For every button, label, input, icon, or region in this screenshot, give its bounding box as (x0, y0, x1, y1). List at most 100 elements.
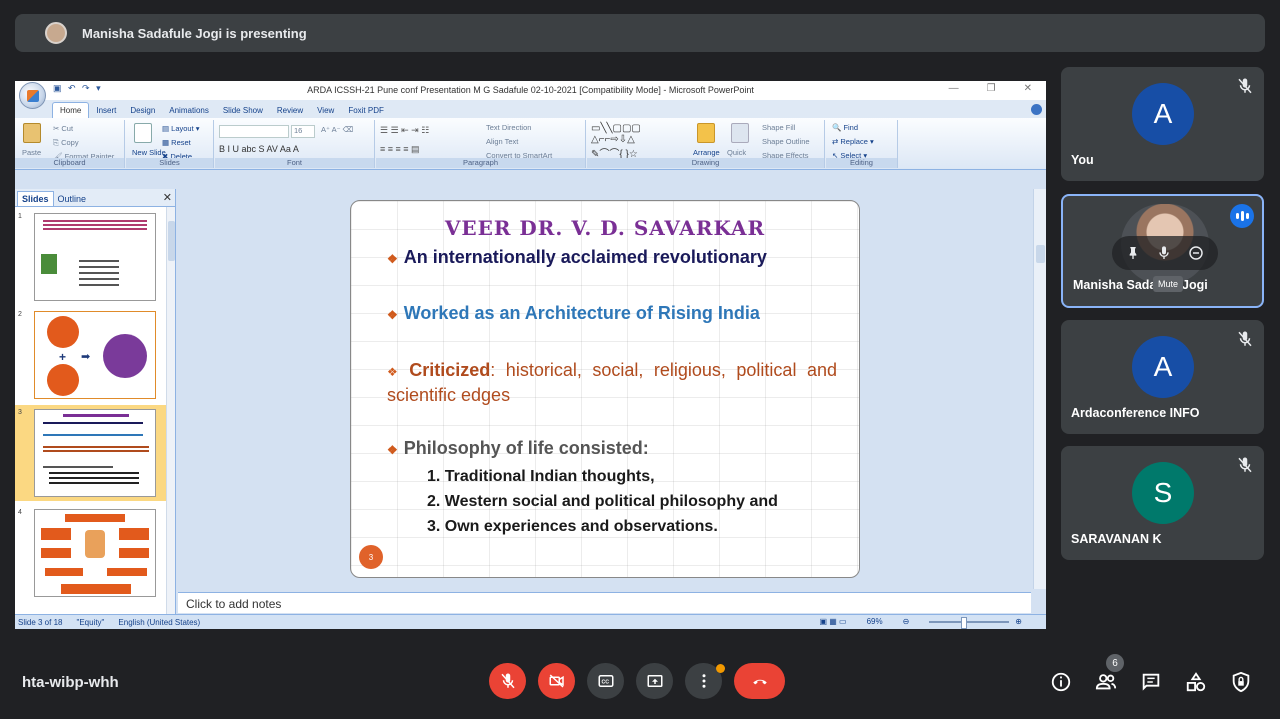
notes-field[interactable]: Click to add notes (178, 592, 1031, 613)
host-controls-button[interactable] (1229, 670, 1253, 694)
current-slide[interactable]: VEER DR. V. D. SAVARKAR ❖ An internationa… (350, 200, 860, 578)
slide-title: VEER DR. V. D. SAVARKAR (444, 216, 766, 240)
thumb-scrollbar-handle[interactable] (168, 221, 175, 261)
cut-button[interactable]: ✂ Cut (53, 124, 73, 133)
paste-button[interactable]: Paste (22, 148, 41, 157)
align-text-button[interactable]: Align Text (486, 137, 518, 146)
layout-button[interactable]: ▤ Layout ▾ (162, 124, 200, 133)
zoom-in-icon[interactable]: ⊕ (1015, 617, 1022, 626)
drawing-group: ▭╲╲▢▢▢△⌐⌐⇨⇩△✎⌒⌒{ }☆ Arrange Quick Styles… (587, 120, 825, 168)
find-button[interactable]: 🔍 Find (832, 123, 858, 132)
new-slide-icon[interactable] (134, 123, 152, 143)
captions-button[interactable]: CC (587, 663, 624, 699)
office-logo-icon (27, 90, 39, 102)
mic-off-icon (1238, 331, 1252, 347)
minimize-icon[interactable]: — (949, 83, 959, 94)
chat-button[interactable] (1139, 670, 1163, 694)
slide-bullet: ❖ Worked as an Architecture of Rising Ind… (387, 303, 760, 324)
zoom-level[interactable]: 69% (867, 617, 883, 626)
tab-animations[interactable]: Animations (162, 103, 216, 118)
camera-toggle-button[interactable] (538, 663, 575, 699)
participant-tile[interactable]: S SARAVANAN K (1061, 446, 1264, 560)
participant-tile-speaking[interactable]: Manisha Sadafule Jogi Mute (1061, 194, 1264, 308)
editor-scrollbar[interactable] (1033, 189, 1046, 589)
font-format-icons[interactable]: B I U abc S AV Aa A (219, 144, 299, 154)
mute-mic-icon[interactable] (1156, 245, 1172, 261)
replace-label: Replace (840, 137, 868, 146)
shield-lock-icon (1232, 671, 1250, 693)
tile-hover-controls (1112, 236, 1218, 270)
camera-off-icon (549, 674, 564, 688)
shape-outline-button[interactable]: Shape Outline (762, 137, 810, 146)
slide-thumb-selected[interactable]: 3 (15, 405, 167, 501)
language[interactable]: English (United States) (118, 618, 200, 627)
cut-label: Cut (61, 124, 74, 133)
zoom-slider[interactable] (929, 616, 1010, 629)
arrange-button[interactable]: Arrange (693, 148, 720, 157)
meeting-details-button[interactable] (1049, 670, 1073, 694)
help-icon[interactable] (1031, 104, 1042, 115)
shapes-gallery[interactable]: ▭╲╲▢▢▢ △⌐⌐⇨⇩△ ✎⌒⌒{ }☆ (591, 123, 641, 160)
present-button[interactable] (636, 663, 673, 699)
tab-design[interactable]: Design (123, 103, 162, 118)
font-name-field[interactable] (219, 125, 289, 138)
people-button[interactable] (1094, 670, 1118, 694)
participant-tile[interactable]: A You (1061, 67, 1264, 181)
list-icons[interactable]: ☰ ☰ ⇤ ⇥ ☷ (380, 125, 429, 136)
slide-count: Slide 3 of 18 (18, 617, 63, 627)
leave-call-button[interactable] (734, 663, 785, 699)
align-icons[interactable]: ≡ ≡ ≡ ≡ ▤ (380, 144, 420, 155)
list-item: 1. Traditional Indian thoughts, (427, 468, 655, 485)
text-direction-button[interactable]: Text Direction (486, 123, 531, 132)
philosophy-list: 1. Traditional Indian thoughts, 2. Weste… (427, 464, 778, 539)
tab-review[interactable]: Review (270, 103, 310, 118)
pin-icon[interactable] (1125, 245, 1141, 261)
reset-button[interactable]: ▦ Reset (162, 138, 191, 147)
close-pane-icon[interactable]: ✕ (163, 191, 172, 206)
ppt-statusbar: Slide 3 of 18 "Equity" English (United S… (15, 614, 1046, 629)
paste-icon[interactable] (23, 123, 41, 143)
tab-insert[interactable]: Insert (89, 103, 123, 118)
layout-label: Layout (171, 124, 194, 133)
participant-tile[interactable]: A Ardaconference INFO (1061, 320, 1264, 434)
slide-thumb-image (34, 409, 156, 497)
thumb-scrollbar[interactable] (166, 207, 175, 614)
slide-number-badge: 3 (359, 545, 383, 569)
slide-thumb[interactable]: 4 (15, 505, 167, 601)
tab-outline[interactable]: Outline (54, 192, 91, 206)
shape-fill-button[interactable]: Shape Fill (762, 123, 795, 132)
grow-font-icon[interactable]: A⁺ A⁻ ⌫ (321, 125, 353, 134)
hang-up-icon (752, 679, 767, 685)
arrange-icon[interactable] (697, 123, 715, 143)
view-buttons-icon[interactable]: ▣ ▦ ▭ (819, 617, 846, 626)
editor-scrollbar-handle[interactable] (1036, 245, 1045, 263)
tab-home[interactable]: Home (52, 102, 90, 118)
remove-icon[interactable] (1187, 244, 1205, 262)
drawing-label: Drawing (587, 158, 824, 168)
activities-icon (1186, 672, 1206, 692)
slide-thumb[interactable]: 1 (15, 209, 167, 305)
mute-tooltip: Mute (1153, 276, 1184, 292)
activities-button[interactable] (1184, 670, 1208, 694)
quick-styles-icon[interactable] (731, 123, 749, 143)
tab-foxit[interactable]: Foxit PDF (341, 103, 391, 118)
close-icon[interactable]: ✕ (1024, 83, 1032, 94)
replace-button[interactable]: ⇄ Replace ▾ (832, 137, 874, 146)
slide-bullet: ❖ Criticized: historical, social, religio… (387, 359, 837, 407)
people-icon (1095, 674, 1117, 690)
font-size-field[interactable]: 16 (291, 125, 315, 138)
participant-name: Ardaconference INFO (1071, 406, 1200, 420)
tab-slide-show[interactable]: Slide Show (216, 103, 270, 118)
bullet-diamond-icon: ❖ (387, 308, 398, 322)
tab-slides[interactable]: Slides (17, 191, 54, 206)
zoom-out-icon[interactable]: ⊖ (903, 617, 910, 626)
tab-view[interactable]: View (310, 103, 341, 118)
copy-button[interactable]: ⎘ Copy (53, 138, 79, 148)
clipboard-group: Paste ✂ Cut ⎘ Copy 🖌 Format Painter Clip… (15, 120, 125, 168)
restore-icon[interactable]: ❐ (987, 83, 996, 94)
new-slide-button[interactable]: New Slide (132, 148, 166, 157)
slide-thumb[interactable]: 2 + ➡ (15, 307, 167, 403)
mic-toggle-button[interactable] (489, 663, 526, 699)
office-button[interactable] (19, 82, 46, 109)
font-group: 16 A⁺ A⁻ ⌫ B I U abc S AV Aa A Font (215, 120, 375, 168)
